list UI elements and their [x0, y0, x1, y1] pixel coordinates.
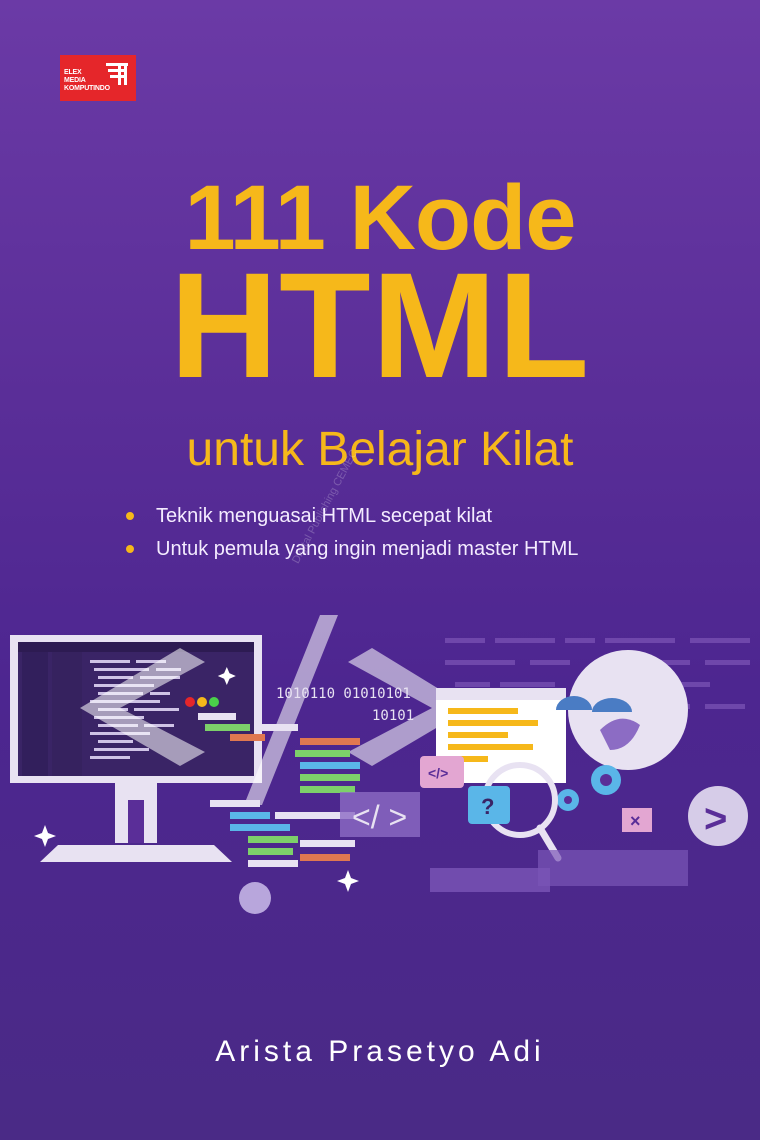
binary-text-2: 10101	[372, 708, 414, 724]
code-tag-mid-text: </ >	[352, 799, 407, 835]
book-title-line2: HTML	[169, 241, 591, 409]
book-cover: ELEX MEDIA KOMPUTINDO 111 Kode HTML untu…	[0, 0, 760, 1140]
binary-text-1: 1010110 01010101	[276, 686, 411, 702]
gear-icon	[557, 765, 621, 811]
arrow-mark-text: >	[704, 797, 727, 841]
publisher-logo: ELEX MEDIA KOMPUTINDO	[60, 55, 136, 101]
code-tag-small-text: </>	[428, 765, 448, 781]
logo-text-komputindo: KOMPUTINDO	[64, 85, 110, 92]
question-mark-text: ?	[481, 794, 494, 819]
feature-item: Teknik menguasai HTML secepat kilat	[124, 500, 578, 533]
globe-icon	[556, 650, 688, 770]
window-dot-icon	[197, 697, 207, 707]
book-subtitle: untuk Belajar Kilat	[186, 423, 574, 476]
logo-text-elex: ELEX	[64, 69, 82, 76]
author-name: Arista Prasetyo Adi	[215, 1035, 545, 1068]
monitor-icon	[10, 635, 262, 862]
close-mark-text: ×	[630, 811, 641, 831]
feature-list: Teknik menguasai HTML secepat kilat Untu…	[124, 500, 578, 566]
window-dot-icon	[185, 697, 195, 707]
window-dot-icon	[209, 697, 219, 707]
logo-text-media: MEDIA	[64, 77, 86, 84]
feature-item: Untuk pemula yang ingin menjadi master H…	[124, 533, 578, 566]
coding-illustration: 1010110 01010101 10101 </ > </> ? × >	[10, 615, 750, 914]
